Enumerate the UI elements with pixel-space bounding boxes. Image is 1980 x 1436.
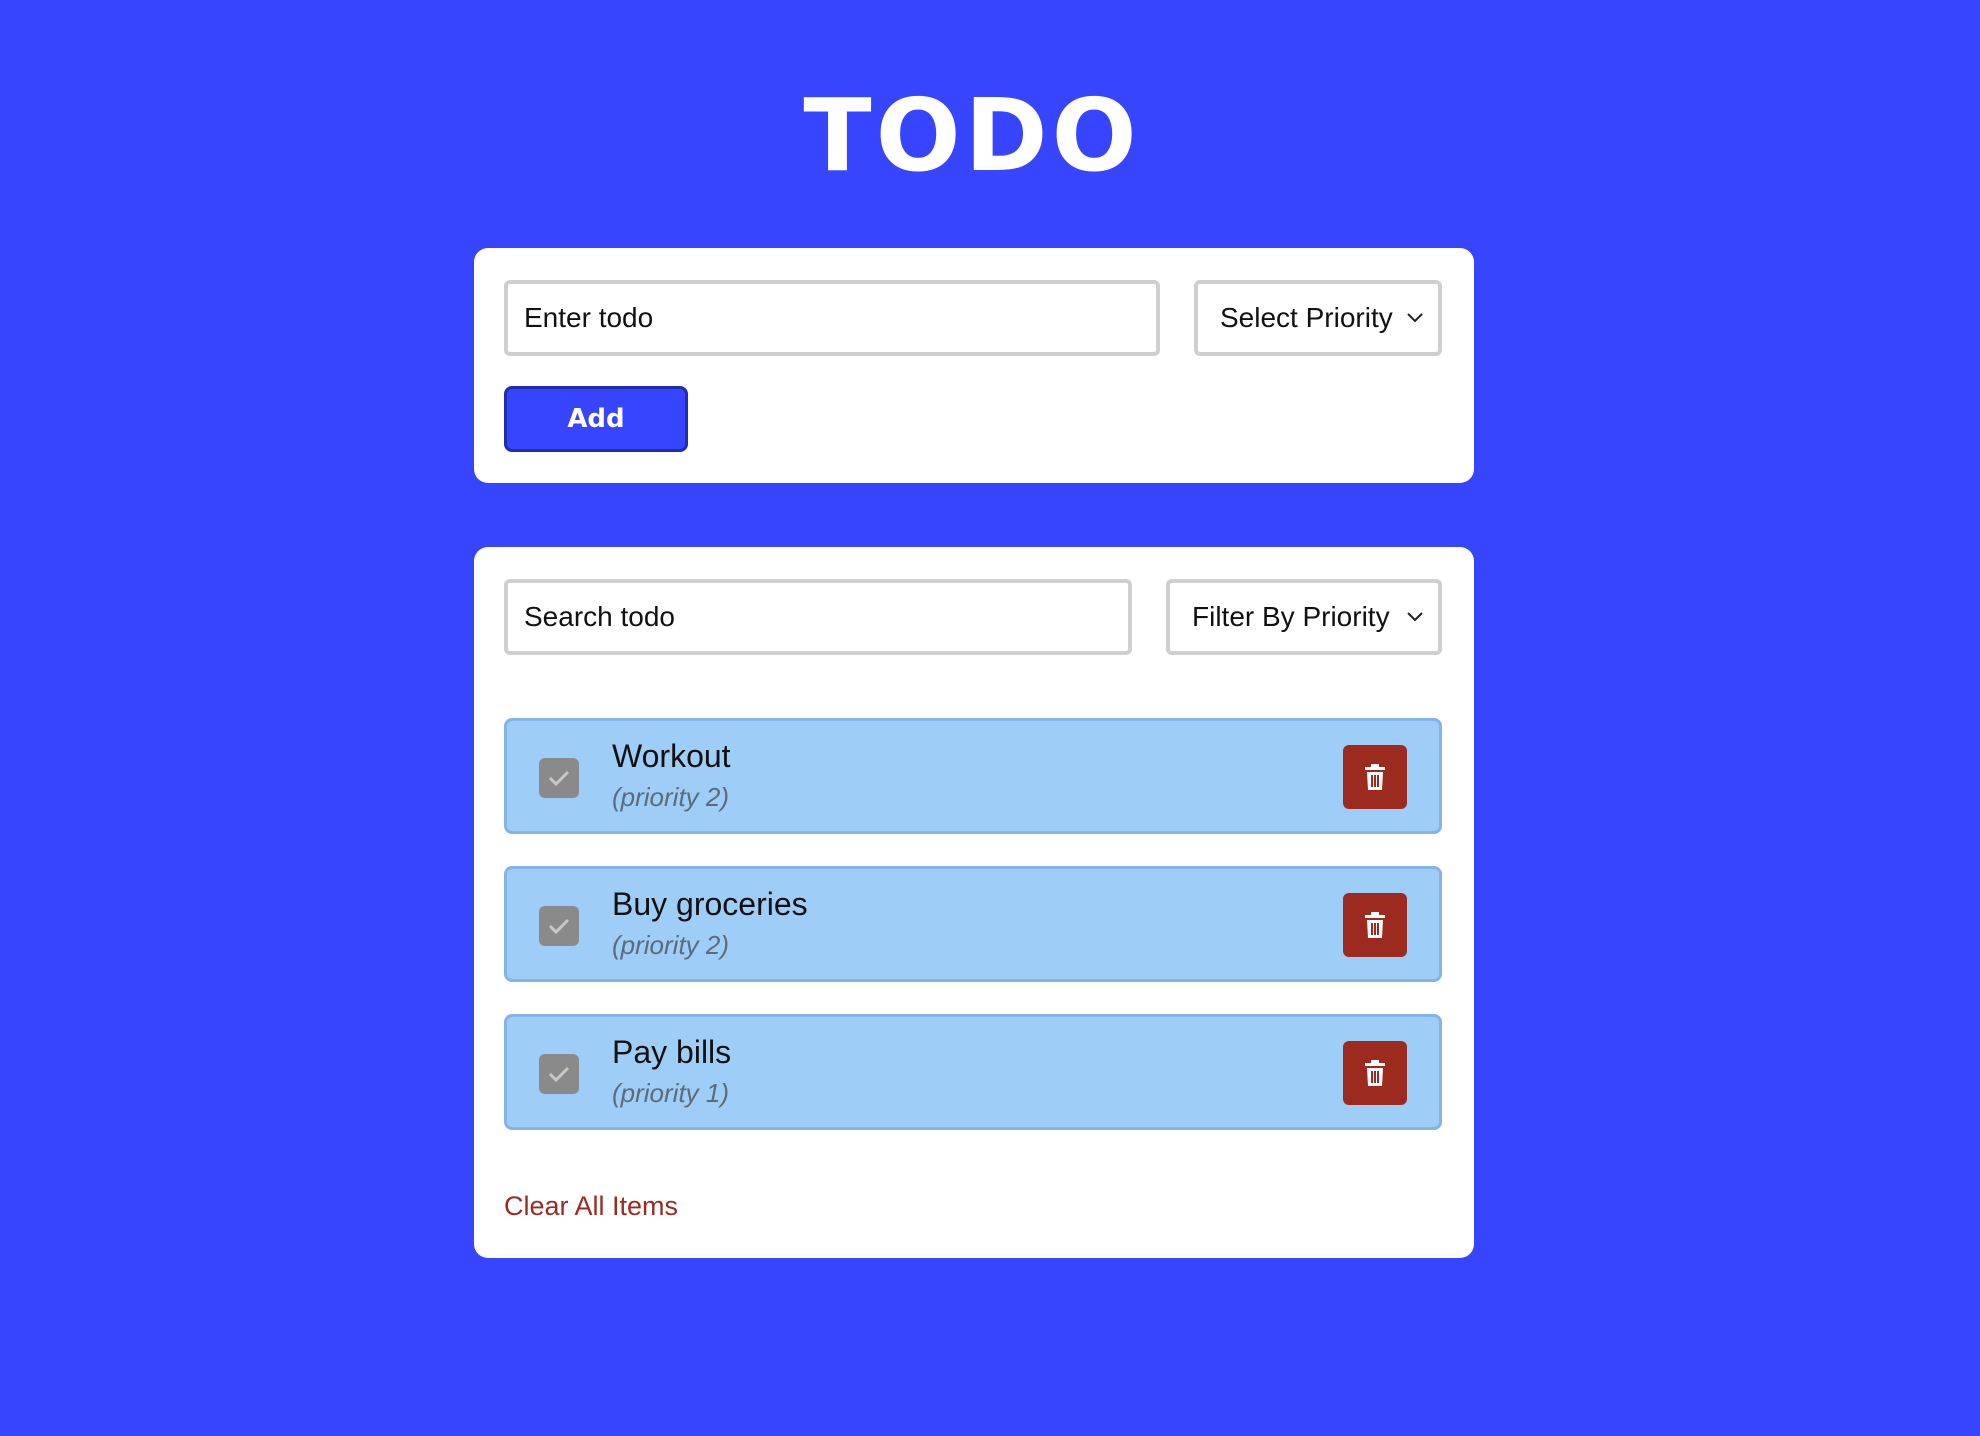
todo-text: Buy groceries [612, 886, 808, 922]
todo-list-card: Search todo Filter By Priority Workout (… [474, 547, 1474, 1258]
delete-button[interactable] [1343, 745, 1407, 809]
todo-priority: (priority 2) [612, 782, 730, 812]
todo-input[interactable]: Enter todo [504, 280, 1160, 356]
priority-select-label: Select Priority [1220, 302, 1393, 333]
clear-all-link[interactable]: Clear All Items [504, 1191, 678, 1222]
filter-select-label: Filter By Priority [1192, 601, 1390, 632]
todo-text: Pay bills [612, 1034, 732, 1070]
todo-item: Pay bills (priority 1) [504, 1014, 1442, 1130]
delete-button[interactable] [1343, 893, 1407, 957]
delete-button[interactable] [1343, 1041, 1407, 1105]
todo-checkbox[interactable] [539, 1054, 579, 1094]
todo-item: Workout (priority 2) [504, 718, 1442, 834]
search-input-placeholder: Search todo [524, 601, 675, 632]
todo-priority: (priority 2) [612, 930, 730, 960]
priority-select[interactable]: Select Priority [1194, 280, 1442, 356]
add-todo-card: Enter todo Select Priority Add [474, 248, 1474, 483]
todo-text: Workout [612, 738, 731, 774]
search-input[interactable]: Search todo [504, 579, 1132, 655]
trash-icon [1365, 1060, 1385, 1086]
todo-item: Buy groceries (priority 2) [504, 866, 1442, 982]
chevron-down-icon [1404, 307, 1426, 329]
add-button[interactable]: Add [504, 386, 688, 452]
check-icon [548, 770, 570, 787]
todo-input-placeholder: Enter todo [524, 302, 654, 333]
trash-icon [1365, 912, 1385, 938]
check-icon [548, 918, 570, 935]
trash-icon [1365, 764, 1385, 790]
filter-priority-select[interactable]: Filter By Priority [1166, 579, 1442, 655]
todo-checkbox[interactable] [539, 758, 579, 798]
page-title: TODO [803, 77, 1141, 194]
todo-checkbox[interactable] [539, 906, 579, 946]
todo-priority: (priority 1) [612, 1078, 730, 1108]
check-icon [548, 1066, 570, 1083]
chevron-down-icon [1404, 606, 1426, 628]
